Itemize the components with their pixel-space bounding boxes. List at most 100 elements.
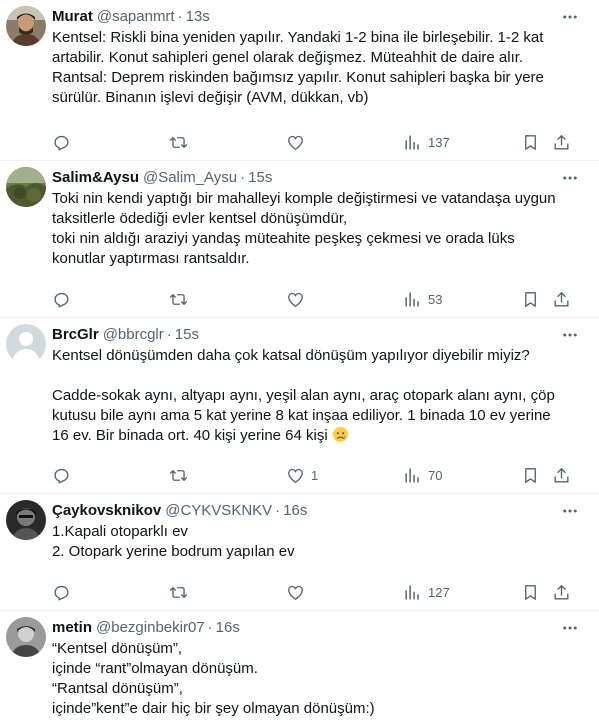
- like-button[interactable]: [286, 289, 311, 309]
- share-icon: [552, 583, 571, 602]
- tweet-header: Çaykovsknikov @CYKVSKNKV · 16s: [52, 500, 583, 522]
- tweet-text-line: Kentsel dönüşümden daha çok katsal dönüş…: [52, 347, 530, 364]
- author-name[interactable]: Çaykovsknikov: [52, 500, 161, 522]
- tweet-text: 1.Kapali otoparklı ev 2. Otopark yerine …: [52, 522, 583, 562]
- like-count: 1: [311, 467, 319, 483]
- author-name[interactable]: BrcGlr: [52, 324, 99, 346]
- reply-button[interactable]: [52, 289, 77, 309]
- timestamp[interactable]: 16s: [283, 500, 307, 522]
- views-icon: [403, 583, 422, 602]
- retweet-button[interactable]: [169, 289, 194, 309]
- views-count: 137: [428, 134, 450, 150]
- bookmark-button[interactable]: [521, 289, 540, 309]
- more-icon[interactable]: [557, 167, 583, 189]
- more-icon[interactable]: [557, 500, 583, 522]
- tweet[interactable]: Çaykovsknikov @CYKVSKNKV · 16s 1.Kapali …: [0, 494, 599, 611]
- author-name[interactable]: Salim&Aysu: [52, 167, 139, 189]
- retweet-button[interactable]: [169, 582, 194, 602]
- views-count: 53: [428, 291, 443, 307]
- tweet-text-line: Kentsel: Riskli bina yeniden yapılır. Ya…: [52, 29, 544, 46]
- share-button[interactable]: [552, 289, 571, 309]
- tweet[interactable]: BrcGlr @bbrcglr · 15s Kentsel dönüşümden…: [0, 318, 599, 494]
- views-button[interactable]: 53: [403, 289, 442, 309]
- tweet-text: Kentsel dönüşümden daha çok katsal dönüş…: [52, 346, 583, 446]
- retweet-button[interactable]: [169, 465, 194, 485]
- author-name[interactable]: metin: [52, 617, 92, 639]
- like-button[interactable]: [286, 132, 311, 152]
- tweet-text-line-with-emoji: 16 ev. Bir binada ort. 40 kişi yerine 64…: [52, 426, 583, 446]
- author-handle[interactable]: @Salim_Aysu: [143, 167, 237, 189]
- author-handle[interactable]: @sapanmrt: [97, 6, 175, 28]
- tweet-text: Toki nin kendi yaptığı bir mahalleyi kom…: [52, 189, 583, 269]
- like-button[interactable]: 1: [286, 465, 318, 485]
- bookmark-icon: [521, 290, 540, 309]
- tweet-text-line: taksitlerle ödediği evler kentsel dönüşü…: [52, 210, 348, 227]
- author-handle[interactable]: @CYKVSKNKV: [165, 500, 272, 522]
- more-icon[interactable]: [557, 6, 583, 28]
- reply-button[interactable]: [52, 465, 77, 485]
- avatar[interactable]: [6, 500, 46, 540]
- sad-face-emoji: [332, 426, 349, 443]
- tweet-header: BrcGlr @bbrcglr · 15s: [52, 324, 583, 346]
- avatar[interactable]: [6, 167, 46, 207]
- author-handle[interactable]: @bezginbekir07: [96, 617, 205, 639]
- separator-dot: ·: [207, 619, 213, 636]
- timestamp[interactable]: 15s: [175, 324, 199, 346]
- more-icon[interactable]: [557, 617, 583, 639]
- timestamp[interactable]: 16s: [216, 617, 240, 639]
- separator-dot: ·: [177, 8, 183, 25]
- share-button[interactable]: [552, 582, 571, 602]
- share-icon: [552, 290, 571, 309]
- tweet-text-line: “Rantsal dönüşüm”,: [52, 680, 183, 697]
- views-button[interactable]: 137: [403, 132, 450, 152]
- author-name[interactable]: Murat: [52, 6, 93, 28]
- retweet-button[interactable]: [169, 132, 194, 152]
- like-icon: [286, 466, 305, 485]
- like-button[interactable]: [286, 582, 311, 602]
- timestamp[interactable]: 13s: [186, 6, 210, 28]
- like-icon: [286, 133, 305, 152]
- retweet-icon: [169, 583, 188, 602]
- reply-icon: [52, 583, 71, 602]
- views-button[interactable]: 70: [403, 465, 442, 485]
- avatar[interactable]: [6, 617, 46, 657]
- views-button[interactable]: 127: [403, 582, 450, 602]
- timestamp[interactable]: 15s: [248, 167, 272, 189]
- tweet-text: Kentsel: Riskli bina yeniden yapılır. Ya…: [52, 28, 583, 108]
- separator-dot: ·: [240, 169, 246, 186]
- tweet-header: metin @bezginbekir07 · 16s: [52, 617, 583, 639]
- tweet-text-line: Toki nin kendi yaptığı bir mahalleyi kom…: [52, 190, 556, 207]
- tweet-text-line: Rantsal: Deprem riskinden bağımsız yapıl…: [52, 69, 544, 86]
- bookmark-icon: [521, 133, 540, 152]
- tweet-text-line: kutusu bile aynı ama 5 kat yerine 8 kat …: [52, 407, 551, 424]
- tweet-text-line: 2. Otopark yerine bodrum yapılan ev: [52, 543, 295, 560]
- tweet-text-line: sürülür. Binanın işlevi değişir (AVM, dü…: [52, 89, 369, 106]
- tweet-header: Salim&Aysu @Salim_Aysu · 15s: [52, 167, 583, 189]
- retweet-icon: [169, 133, 188, 152]
- bookmark-button[interactable]: [521, 582, 540, 602]
- tweet-text-line: içinde”kent”e dair hiç bir şey olmayan d…: [52, 700, 375, 717]
- reply-button[interactable]: [52, 132, 77, 152]
- author-handle[interactable]: @bbrcglr: [103, 324, 164, 346]
- tweet-header: Murat @sapanmrt · 13s: [52, 6, 583, 28]
- tweet-text: “Kentsel dönüşüm”, içinde “rant”olmayan …: [52, 639, 583, 719]
- share-button[interactable]: [552, 465, 571, 485]
- reply-button[interactable]: [52, 582, 77, 602]
- retweet-icon: [169, 466, 188, 485]
- views-count: 70: [428, 467, 443, 483]
- bookmark-button[interactable]: [521, 465, 540, 485]
- tweet[interactable]: metin @bezginbekir07 · 16s “Kentsel dönü…: [0, 611, 599, 727]
- bookmark-icon: [521, 466, 540, 485]
- tweet[interactable]: Salim&Aysu @Salim_Aysu · 15s Toki nin ke…: [0, 161, 599, 318]
- reply-icon: [52, 290, 71, 309]
- tweet-text-line: toki nin aldığı araziyi yandaş müteahite…: [52, 230, 515, 247]
- tweet[interactable]: Murat @sapanmrt · 13s Kentsel: Riskli bi…: [0, 0, 599, 161]
- tweet-text-line: konutlar yaptırması rantsaldır.: [52, 250, 250, 267]
- avatar[interactable]: [6, 6, 46, 46]
- tweet-actions: 127: [52, 582, 585, 602]
- more-icon[interactable]: [557, 324, 583, 346]
- share-button[interactable]: [552, 132, 571, 152]
- bookmark-button[interactable]: [521, 132, 540, 152]
- avatar[interactable]: [6, 324, 46, 364]
- separator-dot: ·: [275, 502, 281, 519]
